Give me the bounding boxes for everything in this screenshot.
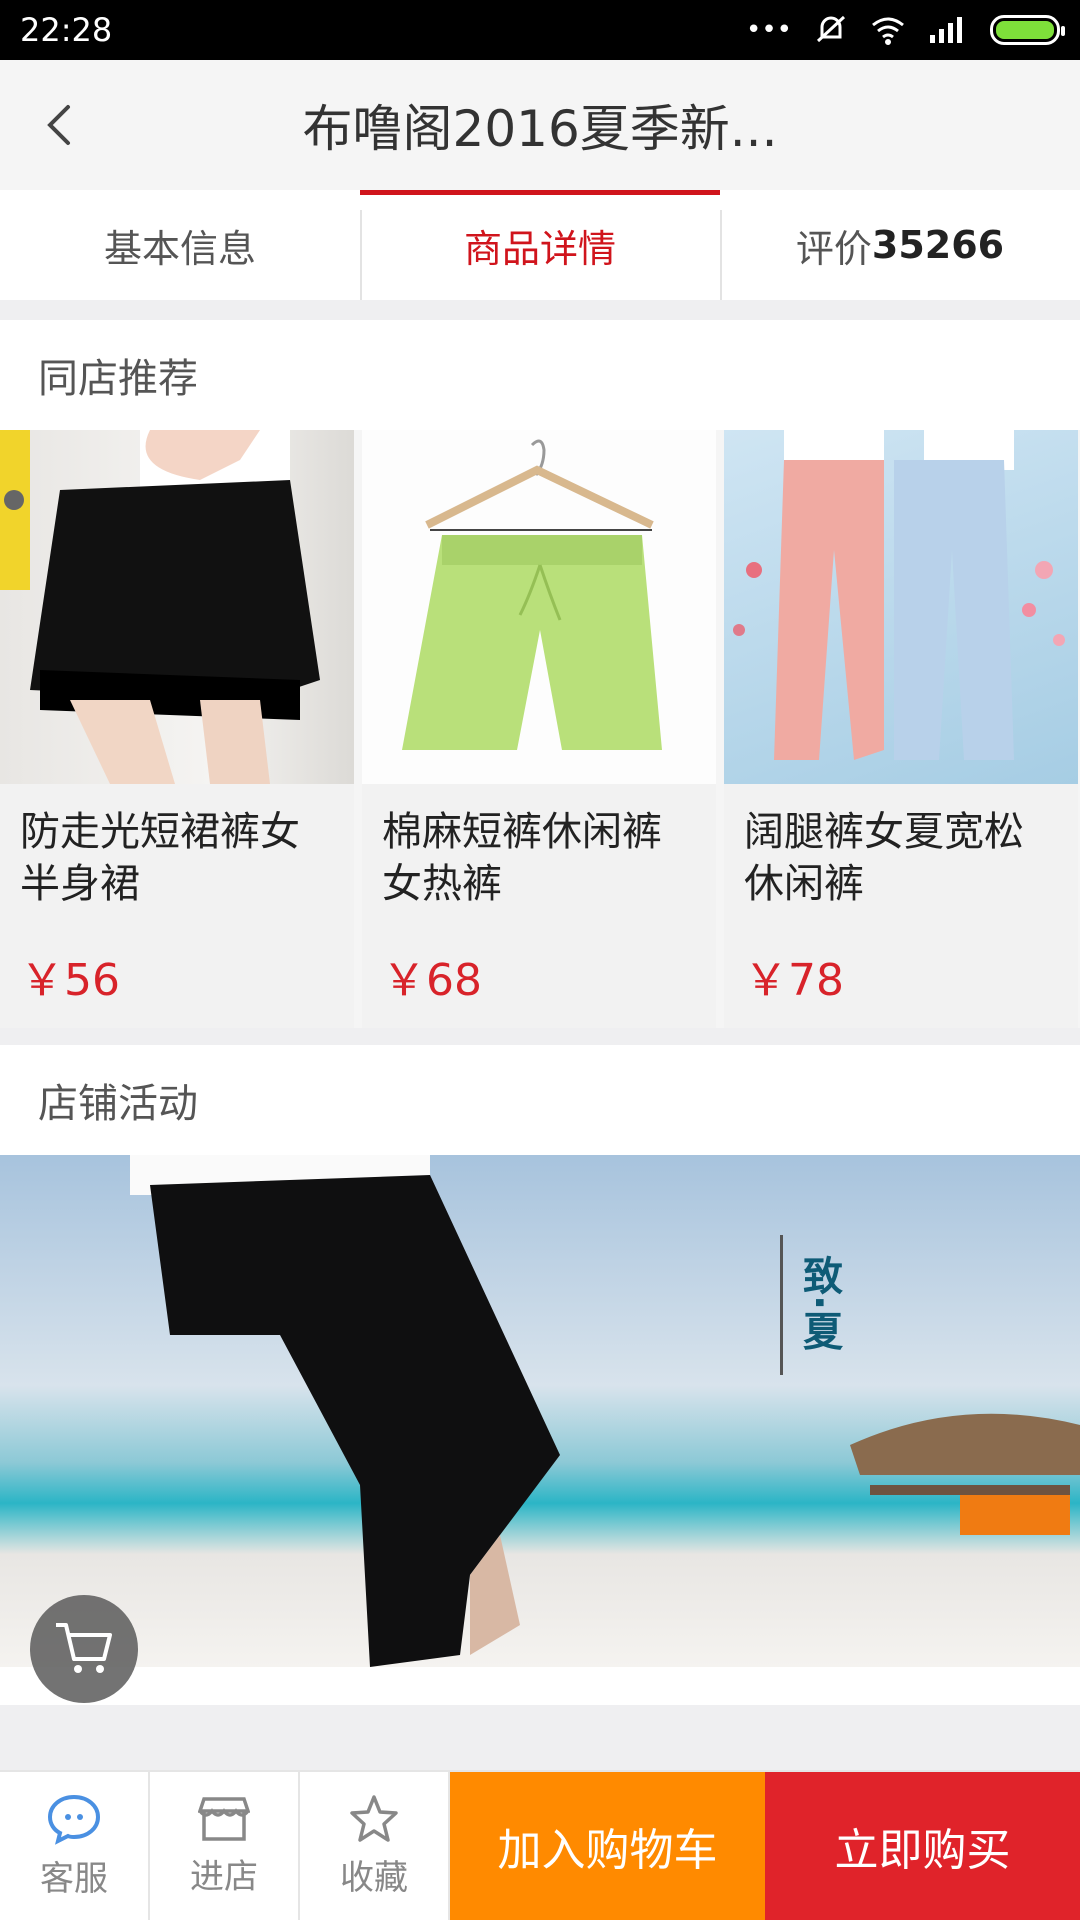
chat-bubble-icon [47,1794,101,1845]
banner-artwork [130,1155,1080,1667]
tab-bar: 基本信息 商品详情 评价 35266 [0,190,1080,300]
activity-banner[interactable]: 致·夏 [0,1155,1080,1667]
activity-section: 店铺活动 致·夏 [0,1045,1080,1705]
recommend-title: 同店推荐 [38,356,198,402]
tab-basic-info[interactable]: 基本信息 [0,190,360,300]
mute-icon [816,15,846,43]
product-image[interactable] [0,430,354,784]
product-name: 阔腿裤女夏宽松休闲裤 [744,809,1024,907]
customer-service-button[interactable]: 客服 [0,1772,150,1920]
tab-product-details[interactable]: 商品详情 [360,190,720,300]
shop-icon [198,1796,250,1841]
wifi-icon [872,17,904,45]
bottom-action-bar: 客服 进店 收藏 加入购物车 立即购买 [0,1770,1080,1920]
status-icons: ••• [745,13,1065,47]
product-list: 防走光短裙裤女半身裙 ￥56 棉麻短裤休闲裤女热裤 ￥68 阔腿裤女夏宽松休闲裤… [0,430,1080,1028]
title-bar: 布噜阁2016夏季新... [0,60,1080,190]
banner-heading: 致·夏 [796,1255,842,1351]
favorite-label: 收藏 [340,1857,408,1898]
signal-icon [930,17,962,43]
product-price: ￥68 [382,955,482,1006]
product-card[interactable]: 阔腿裤女夏宽松休闲裤 ￥78 [724,430,1078,1028]
activity-title: 店铺活动 [38,1081,198,1127]
enter-shop-button[interactable]: 进店 [150,1772,300,1920]
page-title: 布噜阁2016夏季新... [302,100,778,158]
customer-service-label: 客服 [40,1858,108,1899]
buy-now-button[interactable]: 立即购买 [765,1772,1080,1920]
status-time: 22:28 [20,11,113,49]
product-image[interactable] [724,430,1078,784]
product-price: ￥56 [20,955,120,1006]
review-count: 35266 [871,223,1005,267]
product-card[interactable]: 棉麻短裤休闲裤女热裤 ￥68 [362,430,716,1028]
product-image[interactable] [362,430,716,784]
product-price: ￥78 [744,955,844,1006]
add-to-cart-button[interactable]: 加入购物车 [450,1772,765,1920]
tab-reviews[interactable]: 评价 35266 [720,190,1080,300]
favorite-button[interactable]: 收藏 [300,1772,450,1920]
more-icon: ••• [745,15,792,45]
product-name: 防走光短裙裤女半身裙 [20,809,300,907]
back-icon[interactable] [30,95,90,155]
floating-cart-button[interactable] [30,1595,138,1703]
wide-leg-pants-image [733,430,1065,760]
star-icon [350,1794,398,1842]
battery-icon [990,15,1065,45]
product-card[interactable]: 防走光短裙裤女半身裙 ￥56 [0,430,354,1028]
recommend-section: 同店推荐 防走光短裙裤女半身裙 ￥56 棉麻短裤休闲裤女热裤 ￥68 阔腿裤女夏… [0,320,1080,1028]
status-bar: 22:28 ••• [0,0,1080,60]
cart-icon [56,1623,112,1673]
product-name: 棉麻短裤休闲裤女热裤 [382,809,662,907]
skirt-shorts-image [0,430,320,784]
green-shorts-image [402,439,662,750]
enter-shop-label: 进店 [190,1856,258,1897]
